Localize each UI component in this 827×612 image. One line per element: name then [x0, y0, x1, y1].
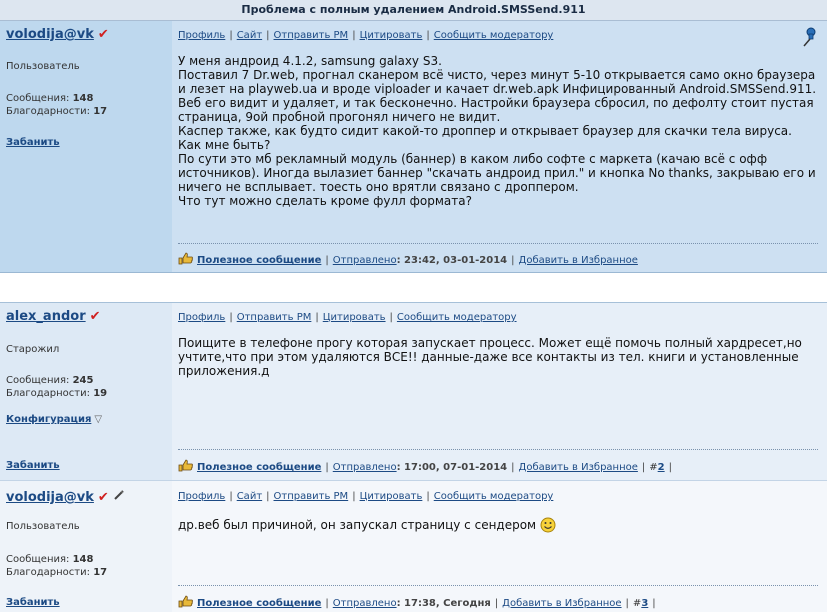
post-3: volodija@vk ✔ Пользователь Сообщения: 148… [0, 480, 827, 612]
post-2-footer-links: Полезное сообщение | Отправлено: 17:00, 07… [178, 459, 676, 473]
post-1-thanks-stat: Благодарности: 17 [6, 106, 108, 117]
send-pm-link[interactable]: Отправить PM [274, 491, 349, 502]
post-3-timestamp: : 17:38, Сегодня [396, 598, 491, 609]
post-3-messages-stat: Сообщения: 148 [6, 554, 94, 565]
post-2-content: Профиль | Отправить PM | Цитировать | Сообщить… [172, 303, 827, 480]
post-2: alex_andor ✔ Старожил Сообщения: 245 Благ… [0, 302, 827, 480]
thumbs-up-icon [178, 595, 193, 608]
post-3-body: др.веб был причиной, он запускал страниц… [178, 517, 818, 533]
post-3-username[interactable]: volodija@vk ✔ [6, 489, 125, 505]
useful-post-link[interactable]: Полезное сообщение [197, 255, 321, 266]
post-2-body: Поищите в телефоне прогу которая запуска… [178, 336, 802, 378]
check-mark-icon: ✔ [97, 27, 109, 42]
thumbs-up-icon [178, 252, 193, 265]
post-2-action-links: Профиль | Отправить PM | Цитировать | Сообщить… [178, 312, 517, 323]
post-2-number[interactable]: #2 [649, 462, 664, 473]
profile-link[interactable]: Профиль [178, 491, 225, 502]
post-1-footer-links: Полезное сообщение | Отправлено: 23:42, 03… [178, 252, 638, 266]
site-link[interactable]: Сайт [237, 30, 262, 41]
post-3-thanks-stat: Благодарности: 17 [6, 567, 108, 578]
pin-icon[interactable] [801, 27, 817, 47]
profile-link[interactable]: Профиль [178, 30, 225, 41]
quote-link[interactable]: Цитировать [360, 30, 423, 41]
post-1-action-links: Профиль | Сайт | Отправить PM | Цитировать | Соо… [178, 30, 554, 41]
post-1-divider [178, 243, 818, 244]
post-3-user-panel: volodija@vk ✔ Пользователь Сообщения: 148… [0, 481, 172, 612]
send-pm-link[interactable]: Отправить PM [274, 30, 349, 41]
quote-link[interactable]: Цитировать [360, 491, 423, 502]
post-1-user-panel: volodija@vk ✔ Пользователь Сообщения: 148… [0, 21, 172, 272]
post-3-footer-links: Полезное сообщение | Отправлено: 17:38, Се… [178, 595, 660, 609]
post-1-body: У меня андроид 4.1.2, samsung galaxy S3.… [178, 54, 817, 208]
thumbs-up-icon [178, 459, 193, 472]
post-2-user-rank: Старожил [6, 344, 60, 355]
post-1: volodija@vk ✔ Пользователь Сообщения: 148… [0, 21, 827, 273]
post-1-ban-link[interactable]: Забанить [6, 137, 60, 148]
sent-link[interactable]: Отправлено [333, 255, 397, 266]
post-3-user-rank: Пользователь [6, 521, 80, 532]
dropdown-triangle-icon: ▽ [94, 414, 103, 425]
post-2-thanks-stat: Благодарности: 19 [6, 388, 108, 399]
post-2-username[interactable]: alex_andor ✔ [6, 309, 101, 324]
post-1-user-rank: Пользователь [6, 61, 80, 72]
post-2-messages-stat: Сообщения: 245 [6, 375, 94, 386]
post-2-divider [178, 449, 818, 450]
post-2-user-panel: alex_andor ✔ Старожил Сообщения: 245 Благ… [0, 303, 172, 480]
post-1-timestamp: : 23:42, 03-01-2014 [396, 255, 508, 266]
report-moderator-link[interactable]: Сообщить модератору [434, 30, 554, 41]
quote-link[interactable]: Цитировать [323, 312, 386, 323]
sent-link[interactable]: Отправлено [333, 462, 397, 473]
add-to-favorites-link[interactable]: Добавить в Избранное [519, 462, 638, 473]
add-to-favorites-link[interactable]: Добавить в Избранное [519, 255, 638, 266]
report-moderator-link[interactable]: Сообщить модератору [434, 491, 554, 502]
post-1-username[interactable]: volodija@vk ✔ [6, 27, 109, 42]
post-2-timestamp: : 17:00, 07-01-2014 [396, 462, 508, 473]
useful-post-link[interactable]: Полезное сообщение [197, 462, 321, 473]
post-3-ban-link[interactable]: Забанить [6, 597, 60, 608]
post-1-messages-stat: Сообщения: 148 [6, 93, 94, 104]
post-1-content: Профиль | Сайт | Отправить PM | Цитировать | Соо… [172, 21, 827, 272]
report-moderator-link[interactable]: Сообщить модератору [397, 312, 517, 323]
post-3-divider [178, 585, 818, 586]
site-link[interactable]: Сайт [237, 491, 262, 502]
add-to-favorites-link[interactable]: Добавить в Избранное [502, 598, 621, 609]
post-2-ban-link[interactable]: Забанить [6, 460, 60, 471]
profile-link[interactable]: Профиль [178, 312, 225, 323]
thread-title: Проблема с полным удалением Android.SMSS… [0, 0, 827, 21]
post-2-config-link[interactable]: Конфигурация ▽ [6, 414, 102, 425]
post-3-content: Профиль | Сайт | Отправить PM | Цитировать | Соо… [172, 481, 827, 612]
post-3-action-links: Профиль | Сайт | Отправить PM | Цитировать | Соо… [178, 491, 554, 502]
post-3-number[interactable]: #3 [633, 598, 648, 609]
check-mark-icon: ✔ [89, 309, 101, 324]
send-pm-link[interactable]: Отправить PM [237, 312, 312, 323]
useful-post-link[interactable]: Полезное сообщение [197, 598, 321, 609]
sent-link[interactable]: Отправлено [333, 598, 397, 609]
smiley-icon [540, 517, 556, 533]
check-mark-icon: ✔ [97, 490, 109, 505]
pen-icon [114, 490, 124, 500]
